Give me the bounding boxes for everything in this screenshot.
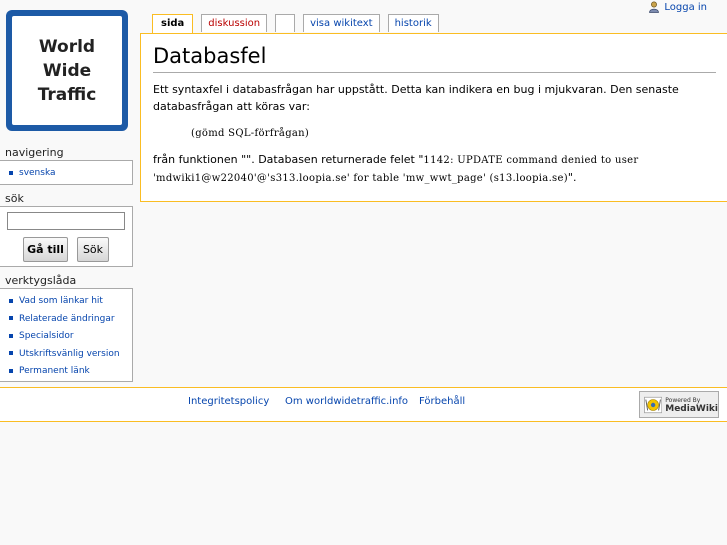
mediawiki-flower-icon [644,396,663,413]
toolbox-portlet: Vad som länkar hit Relaterade ändringar … [0,288,133,382]
error-function-prefix: från funktionen "". Databasen returnerad… [153,153,424,166]
tab-blank[interactable] [275,14,296,32]
search-button[interactable]: Sök [77,237,109,262]
toolbox-heading: verktygslåda [5,274,77,287]
footer: Integritetspolicy Om worldwidetraffic.in… [0,387,727,422]
footer-privacy-link[interactable]: Integritetspolicy [188,396,269,407]
content-area: Databasfel Ett syntaxfel i databasfrågan… [140,33,727,202]
hidden-query: (gömd SQL-förfrågan) [191,128,310,139]
toolbox-item-related-changes[interactable]: Relaterade ändringar [9,311,132,329]
sidebar-item-svenska[interactable]: svenska [9,165,132,183]
tab-view-source[interactable]: visa wikitext [303,14,380,32]
error-intro: Ett syntaxfel i databasfrågan har uppstå… [153,83,679,113]
footer-disclaimer-link[interactable]: Förbehåll [419,396,465,407]
toolbox-item-permalink[interactable]: Permanent länk [9,363,132,381]
mediawiki-label: MediaWiki [665,403,718,414]
page-title: Databasfel [153,42,716,73]
navigation-heading: navigering [5,146,64,159]
toolbox-item-printable[interactable]: Utskriftsvänlig version [9,346,132,364]
footer-about-link[interactable]: Om worldwidetraffic.info [285,396,408,407]
tab-page[interactable]: sida [152,14,194,35]
toolbox-item-special-pages[interactable]: Specialsidor [9,328,132,346]
search-portlet: Gå till Sök [0,206,133,267]
logo-line-1: World [38,36,96,57]
search-input[interactable] [7,212,125,230]
navigation-portlet: svenska [0,160,133,185]
go-button[interactable]: Gå till [23,237,68,262]
logo-line-3: Traffic [37,84,97,105]
powered-by-mediawiki-badge[interactable]: Powered By MediaWiki [639,391,719,418]
logo-sign: World Wide Traffic [6,10,128,131]
user-icon [649,1,660,13]
login-link[interactable]: Logga in [664,2,707,13]
logo-line-2: Wide [42,60,92,81]
toolbox-item-whatlinkshere[interactable]: Vad som länkar hit [9,293,132,311]
search-heading: sök [5,192,24,205]
page-tabs: sida diskussion visa wikitext historik [152,14,447,35]
error-details: från funktionen "". Databasen returnerad… [153,151,713,187]
site-logo[interactable]: World Wide Traffic [6,10,128,131]
personal-tools: Logga in [648,0,707,14]
tab-discussion[interactable]: diskussion [201,14,268,32]
body-content: Ett syntaxfel i databasfrågan har uppstå… [153,81,713,187]
tab-history[interactable]: historik [387,14,439,32]
error-function-suffix: ". [567,171,577,184]
